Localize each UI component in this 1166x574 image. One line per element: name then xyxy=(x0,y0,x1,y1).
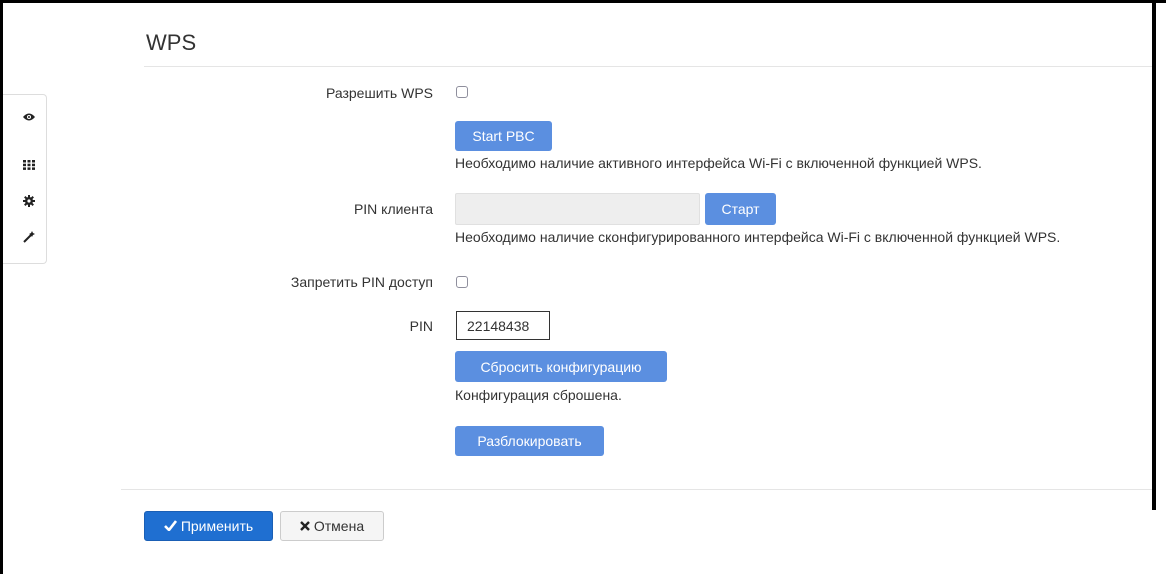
title-divider xyxy=(144,66,1152,67)
reset-config-button[interactable]: Сбросить конфигурацию xyxy=(455,351,667,382)
apply-button-label: Применить xyxy=(180,518,254,534)
page-title: WPS xyxy=(146,30,197,55)
pin-value: 22148438 xyxy=(456,311,550,340)
grid-icon[interactable] xyxy=(21,157,37,173)
frame-border-top xyxy=(0,0,1166,3)
deny-pin-checkbox[interactable] xyxy=(456,276,468,288)
cancel-button-label: Отмена xyxy=(313,518,365,534)
pin-label: PIN xyxy=(409,318,433,334)
wand-icon[interactable] xyxy=(21,229,37,245)
gear-icon[interactable] xyxy=(21,193,37,209)
side-toolbar xyxy=(3,94,47,264)
deny-pin-label: Запретить PIN доступ xyxy=(290,274,433,290)
client-pin-label: PIN клиента xyxy=(353,201,433,217)
page-frame: WPS Разрешить WPS Start PBC Необходимо н… xyxy=(0,0,1166,574)
reset-status-text: Конфигурация сброшена. xyxy=(455,387,622,403)
client-pin-start-button[interactable]: Старт xyxy=(705,193,776,225)
enable-wps-label: Разрешить WPS xyxy=(325,85,433,101)
client-pin-input[interactable] xyxy=(455,193,700,225)
close-icon xyxy=(300,518,310,534)
footer-divider xyxy=(121,489,1152,490)
client-pin-help: Необходимо наличие сконфигурированного и… xyxy=(455,229,1061,245)
frame-border-left xyxy=(0,0,3,574)
start-pbc-help: Необходимо наличие активного интерфейса … xyxy=(455,155,982,171)
unlock-button[interactable]: Разблокировать xyxy=(455,426,604,456)
cancel-button[interactable]: Отмена xyxy=(280,511,384,541)
eye-icon[interactable] xyxy=(21,109,37,125)
enable-wps-checkbox[interactable] xyxy=(456,86,468,98)
check-icon xyxy=(163,518,177,534)
apply-button[interactable]: Применить xyxy=(144,511,273,541)
frame-border-right xyxy=(1152,0,1156,510)
start-pbc-button[interactable]: Start PBC xyxy=(455,121,552,151)
